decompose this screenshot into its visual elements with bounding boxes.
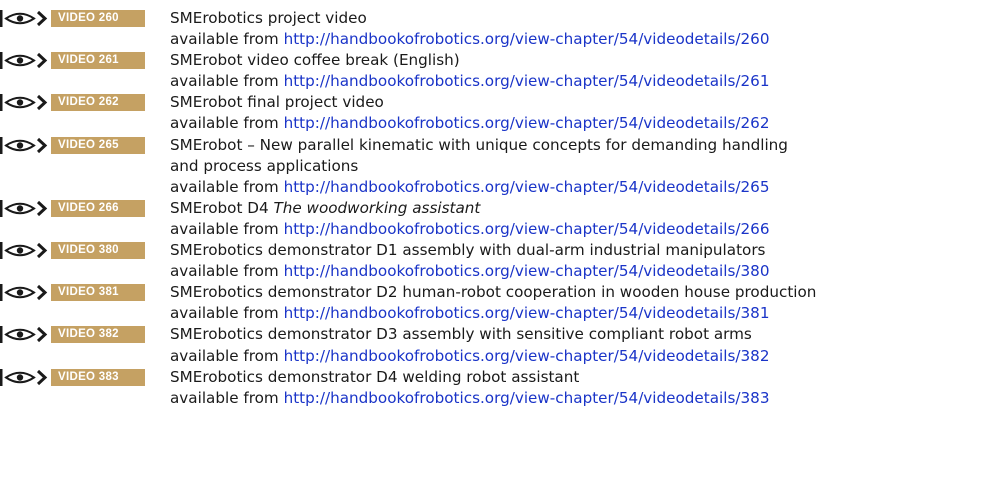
eye-icon <box>0 10 48 27</box>
available-prefix: available from <box>170 388 279 407</box>
available-prefix: available from <box>170 114 279 133</box>
video-title: SMErobot final project video <box>170 92 982 113</box>
video-badge[interactable]: VIDEO 260 <box>0 10 145 27</box>
available-prefix: available from <box>170 346 279 365</box>
video-badge-label: VIDEO 262 <box>51 94 145 112</box>
video-badge[interactable]: VIDEO 383 <box>0 368 145 386</box>
video-content: SMErobot – New parallel kinematic with u… <box>170 135 982 198</box>
video-content: SMErobotics demonstrator D1 assembly wit… <box>170 240 982 282</box>
video-entry: VIDEO 381 SMErobotics demonstrator D2 hu… <box>0 282 982 324</box>
video-title-text: SMErobot D4 <box>170 198 269 217</box>
eye-icon <box>0 326 48 344</box>
available-prefix: available from <box>170 177 279 196</box>
video-link[interactable]: http://handbookofrobotics.org/view-chapt… <box>284 262 770 280</box>
eye-icon <box>0 199 48 217</box>
eye-icon <box>0 94 48 112</box>
eye-icon <box>0 242 48 260</box>
video-badge[interactable]: VIDEO 265 <box>0 136 145 154</box>
video-entry: VIDEO 265 SMErobot – New parallel kinema… <box>0 135 982 198</box>
video-link[interactable]: http://handbookofrobotics.org/view-chapt… <box>284 347 770 365</box>
video-title-text: SMErobot – New parallel kinematic with u… <box>170 135 788 175</box>
video-link[interactable]: http://handbookofrobotics.org/view-chapt… <box>284 178 770 196</box>
video-title-text: SMErobot video coffee break (English) <box>170 51 460 70</box>
video-title: SMErobotics demonstrator D3 assembly wit… <box>170 324 982 345</box>
video-link[interactable]: http://handbookofrobotics.org/view-chapt… <box>284 30 770 48</box>
video-badge-label: VIDEO 266 <box>51 199 145 217</box>
video-title: SMErobotics project video <box>170 8 982 29</box>
video-availability: available from http://handbookofrobotics… <box>170 219 982 240</box>
video-badge-label: VIDEO 382 <box>51 326 145 344</box>
video-title-text: SMErobotics demonstrator D1 assembly wit… <box>170 241 766 260</box>
video-title: SMErobot D4 The woodworking assistant <box>170 198 982 219</box>
video-entry: VIDEO 383 SMErobotics demonstrator D4 we… <box>0 367 982 409</box>
video-availability: available from http://handbookofrobotics… <box>170 261 982 282</box>
video-link[interactable]: http://handbookofrobotics.org/view-chapt… <box>284 220 770 238</box>
video-availability: available from http://handbookofrobotics… <box>170 29 982 50</box>
video-content: SMErobot video coffee break (English) av… <box>170 50 982 92</box>
video-badge[interactable]: VIDEO 382 <box>0 326 145 344</box>
video-title-text: SMErobotics project video <box>170 9 367 27</box>
video-entry: VIDEO 380 SMErobotics demonstrator D1 as… <box>0 240 982 282</box>
video-content: SMErobot final project video available f… <box>170 92 982 134</box>
video-list: VIDEO 260 SMErobotics project video avai… <box>0 8 982 409</box>
video-badge-label: VIDEO 260 <box>51 10 145 27</box>
video-link[interactable]: http://handbookofrobotics.org/view-chapt… <box>284 304 770 322</box>
video-content: SMErobotics demonstrator D2 human-robot … <box>170 282 982 324</box>
video-title: SMErobotics demonstrator D2 human-robot … <box>170 282 982 303</box>
eye-icon <box>0 284 48 302</box>
video-badge-label: VIDEO 380 <box>51 242 145 260</box>
video-title-text: SMErobotics demonstrator D3 assembly wit… <box>170 325 752 344</box>
video-badge-label: VIDEO 261 <box>51 52 145 70</box>
video-badge[interactable]: VIDEO 262 <box>0 94 145 112</box>
eye-icon <box>0 368 48 386</box>
video-availability: available from http://handbookofrobotics… <box>170 113 982 134</box>
video-entry: VIDEO 260 SMErobotics project video avai… <box>0 8 982 50</box>
video-title-text: SMErobotics demonstrator D2 human-robot … <box>170 283 817 302</box>
video-entry: VIDEO 261 SMErobot video coffee break (E… <box>0 50 982 92</box>
video-badge[interactable]: VIDEO 261 <box>0 52 145 70</box>
video-content: SMErobotics demonstrator D3 assembly wit… <box>170 324 982 366</box>
video-link[interactable]: http://handbookofrobotics.org/view-chapt… <box>284 114 770 132</box>
eye-icon <box>0 136 48 154</box>
video-availability: available from http://handbookofrobotics… <box>170 71 982 92</box>
video-badge[interactable]: VIDEO 380 <box>0 242 145 260</box>
video-content: SMErobotics project video available from… <box>170 8 982 50</box>
eye-icon <box>0 52 48 70</box>
video-title: SMErobotics demonstrator D4 welding robo… <box>170 367 982 388</box>
video-title-text: SMErobot final project video <box>170 93 384 112</box>
video-title: SMErobot video coffee break (English) <box>170 50 982 71</box>
available-prefix: available from <box>170 72 279 91</box>
video-title-text: SMErobotics demonstrator D4 welding robo… <box>170 367 580 386</box>
video-entry: VIDEO 262 SMErobot final project video a… <box>0 92 982 134</box>
video-title-emphasis: The woodworking assistant <box>273 198 481 217</box>
video-availability: available from http://handbookofrobotics… <box>170 388 982 409</box>
video-badge[interactable]: VIDEO 381 <box>0 284 145 302</box>
video-availability: available from http://handbookofrobotics… <box>170 177 982 198</box>
video-entry: VIDEO 266 SMErobot D4 The woodworking as… <box>0 198 982 240</box>
video-availability: available from http://handbookofrobotics… <box>170 346 982 367</box>
video-entry: VIDEO 382 SMErobotics demonstrator D3 as… <box>0 324 982 366</box>
available-prefix: available from <box>170 304 279 323</box>
video-badge-label: VIDEO 383 <box>51 368 145 386</box>
available-prefix: available from <box>170 30 279 49</box>
video-content: SMErobotics demonstrator D4 welding robo… <box>170 367 982 409</box>
video-availability: available from http://handbookofrobotics… <box>170 303 982 324</box>
available-prefix: available from <box>170 262 279 281</box>
video-content: SMErobot D4 The woodworking assistant av… <box>170 198 982 240</box>
video-badge-label: VIDEO 265 <box>51 136 145 154</box>
video-badge[interactable]: VIDEO 266 <box>0 199 145 217</box>
video-link[interactable]: http://handbookofrobotics.org/view-chapt… <box>284 389 770 407</box>
video-badge-label: VIDEO 381 <box>51 284 145 302</box>
video-title: SMErobotics demonstrator D1 assembly wit… <box>170 240 982 261</box>
available-prefix: available from <box>170 219 279 238</box>
video-title: SMErobot – New parallel kinematic with u… <box>170 135 810 177</box>
video-link[interactable]: http://handbookofrobotics.org/view-chapt… <box>284 72 770 90</box>
